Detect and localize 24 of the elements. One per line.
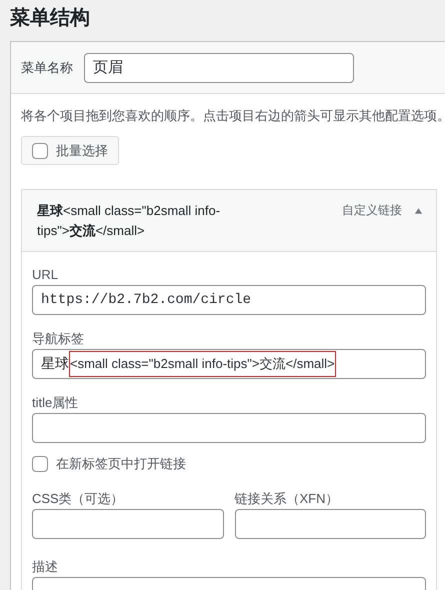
- checkbox[interactable]: [32, 456, 48, 472]
- page-title: 菜单结构: [9, 6, 91, 31]
- title-attribute-field[interactable]: [32, 413, 426, 443]
- nav-label-text: 星球: [41, 355, 69, 373]
- collapse-arrow-icon[interactable]: [414, 207, 423, 215]
- css-classes-field[interactable]: [32, 509, 224, 539]
- menu-item-title: 星球<small class="b2small info-tips">交流</small>: [37, 202, 222, 240]
- item-type-label: 自定义链接: [342, 202, 402, 219]
- nav-label-field[interactable]: 星球<small class="b2small info-tips">交流</small>: [32, 349, 426, 379]
- description-label: 描述: [32, 559, 59, 575]
- highlight-frame: <small class="b2small info-tips">交流</small>: [69, 351, 336, 377]
- xfn-field[interactable]: [234, 509, 426, 539]
- menu-name-label: 菜单名称: [21, 58, 73, 76]
- xfn-label: 链接关系（XFN）: [234, 491, 340, 507]
- instructions-text: 将各个项目拖到您喜欢的顺序。点击项目右边的箭头可显示其他配置选项。: [21, 107, 445, 125]
- checkbox[interactable]: [32, 142, 48, 158]
- title-attribute-label: title属性: [32, 395, 80, 411]
- css-classes-label: CSS类（可选）: [32, 491, 125, 507]
- menu-name-field[interactable]: 页眉: [84, 52, 354, 82]
- url-label: URL: [32, 267, 60, 283]
- url-field[interactable]: https://b2.7b2.com/circle: [32, 285, 426, 315]
- bulk-select-button[interactable]: 批量选择: [21, 136, 119, 165]
- nav-label-label: 导航标签: [32, 331, 85, 347]
- new-tab-label: 在新标签页中打开链接: [56, 455, 186, 473]
